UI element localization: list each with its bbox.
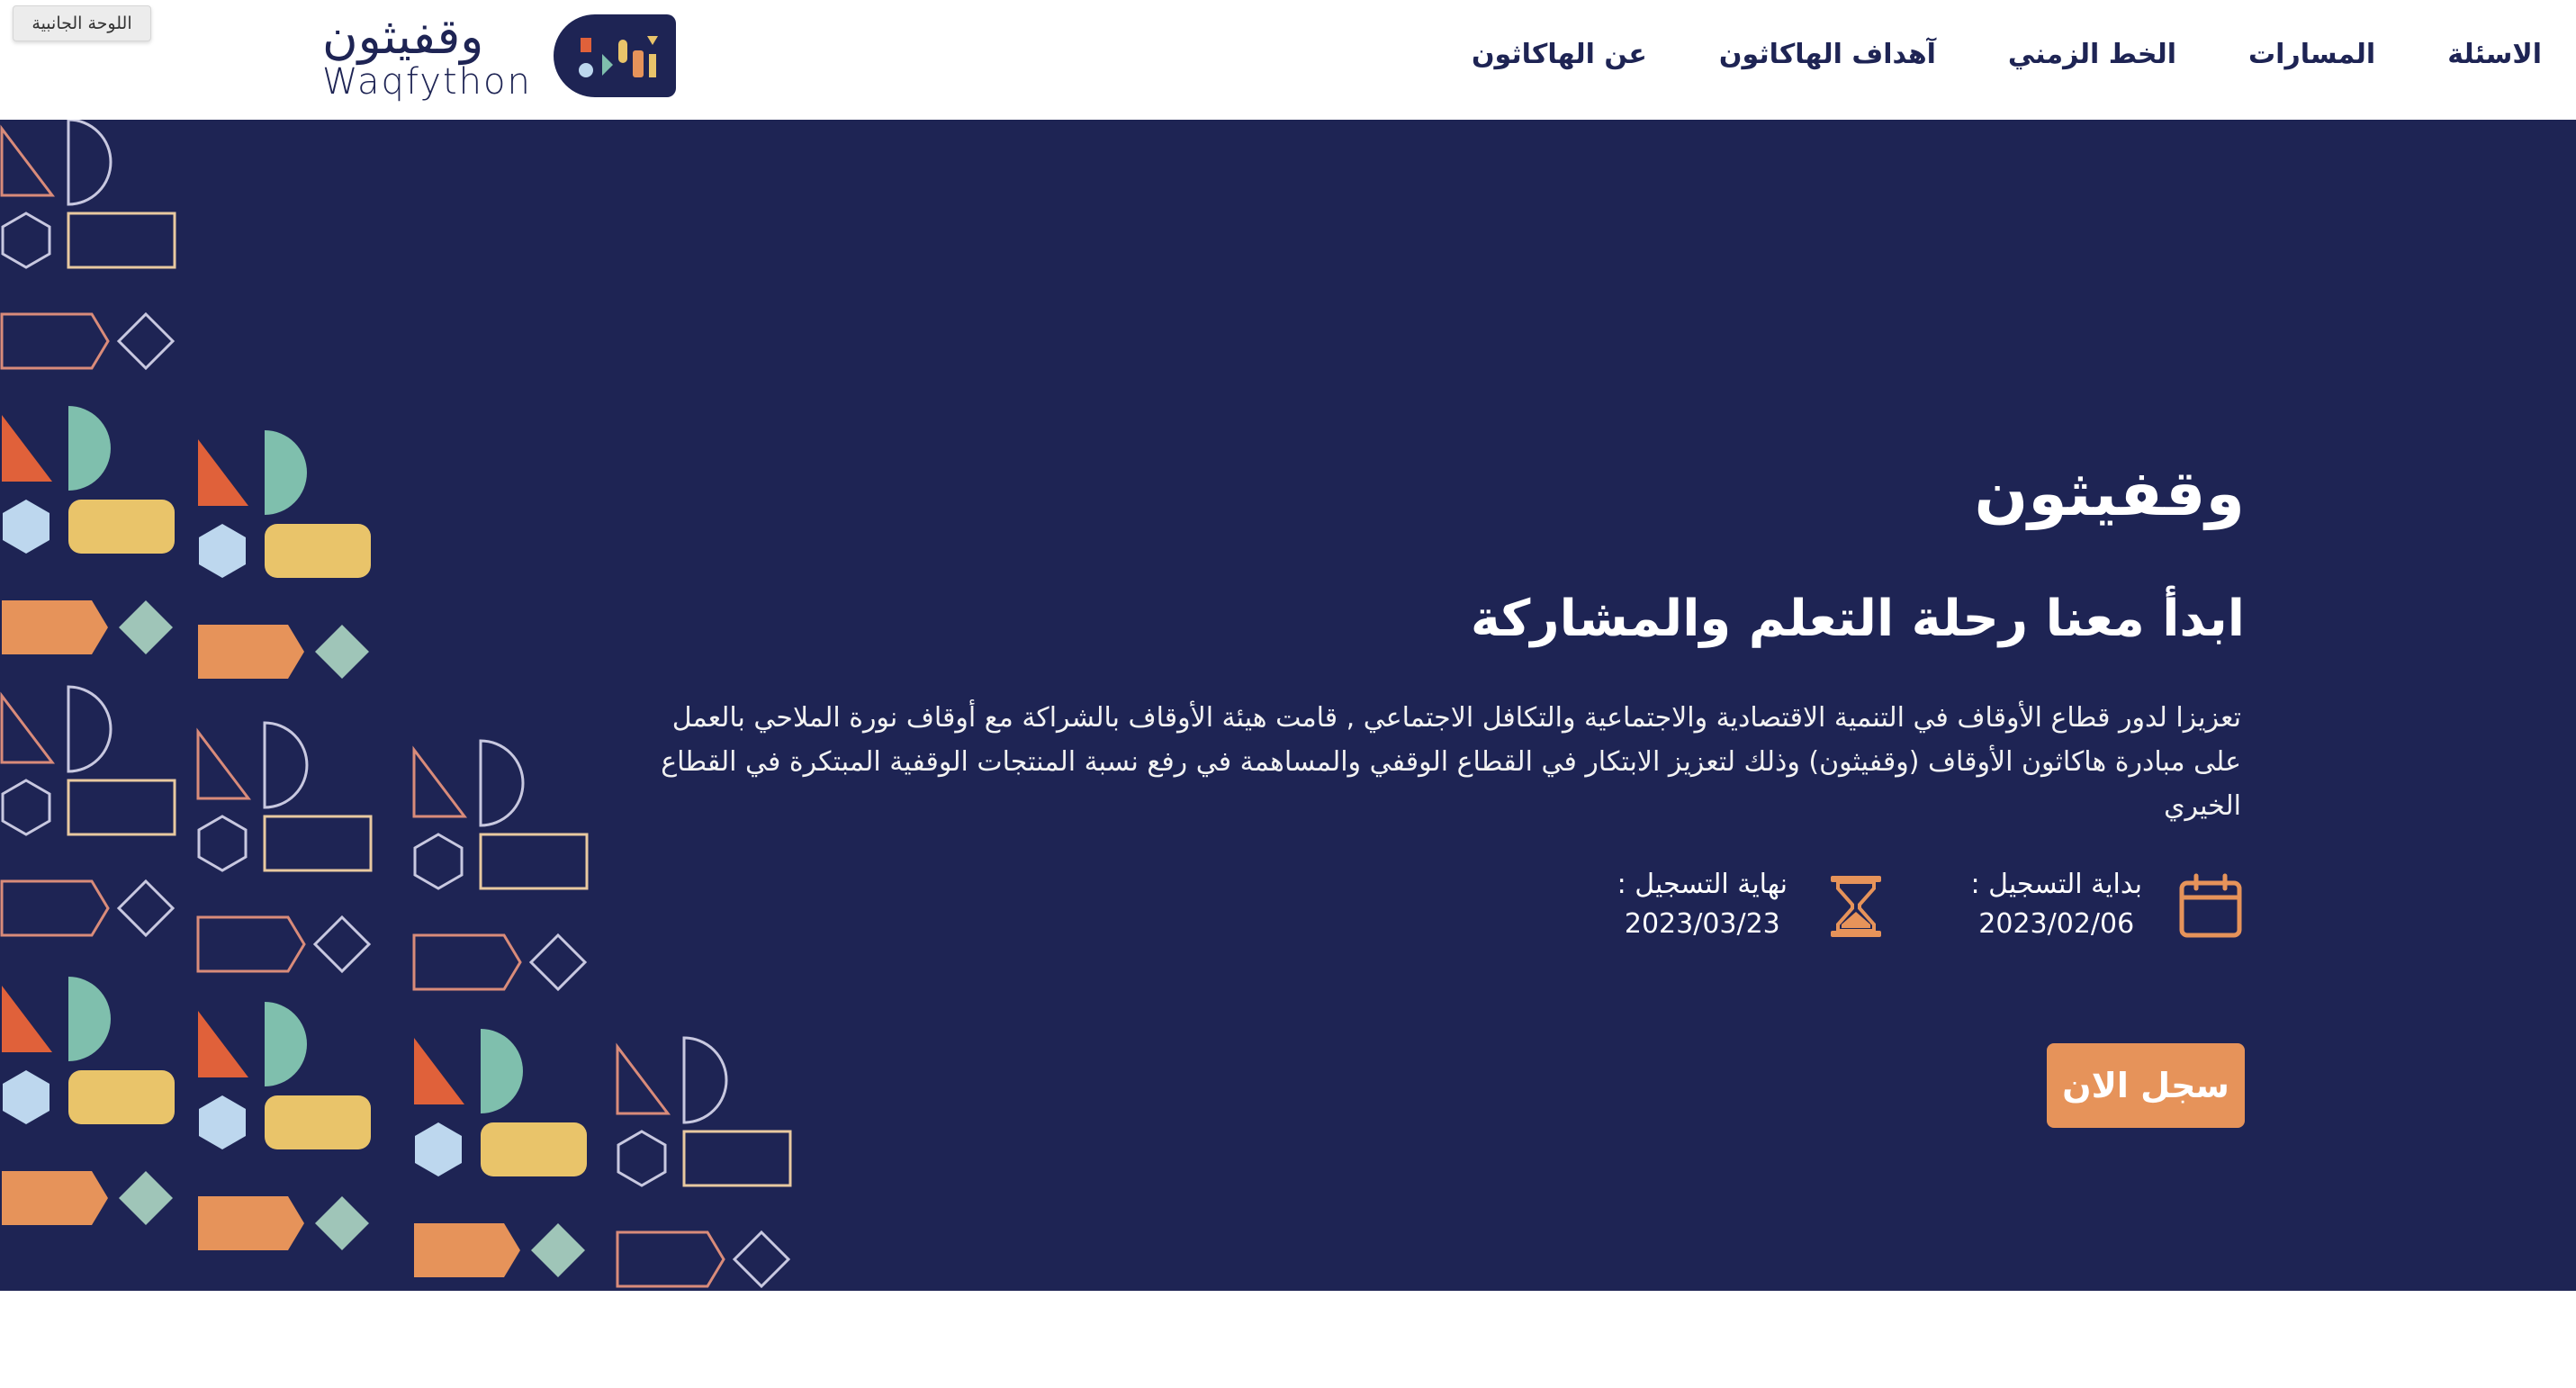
logo-wordmark: وقفيثون Waqfython bbox=[322, 8, 532, 103]
waqfython-logo-mark-icon bbox=[553, 14, 676, 97]
registration-start-date: 2023/02/06 bbox=[1978, 908, 2135, 940]
logo-english-text: Waqfython bbox=[322, 61, 532, 103]
hourglass-icon bbox=[1831, 876, 1881, 937]
calendar-icon bbox=[2179, 873, 2242, 938]
nav-faq[interactable]: الاسئلة bbox=[2447, 39, 2542, 70]
main-nav: عن الهاكاثون آهداف الهاكاثون الخط الزمني… bbox=[1472, 0, 2542, 108]
hero-title: وقفيثون bbox=[1974, 456, 2245, 530]
registration-start-text: بداية التسجيل : 2023/02/06 bbox=[1971, 867, 2142, 946]
registration-start-label: بداية التسجيل : bbox=[1970, 869, 2142, 900]
register-now-button[interactable]: سجل الان bbox=[2047, 1043, 2245, 1128]
registration-end-label: نهاية التسجيل : bbox=[1617, 869, 1788, 900]
registration-start: بداية التسجيل : 2023/02/06 bbox=[1971, 867, 2245, 946]
site-logo[interactable]: وقفيثون Waqfython bbox=[322, 8, 676, 103]
hero-subtitle: ابدأ معنا رحلة التعلم والمشاركة bbox=[1470, 590, 2245, 648]
nav-tracks[interactable]: المسارات bbox=[2248, 39, 2375, 70]
nav-about[interactable]: عن الهاكاثون bbox=[1472, 39, 1647, 70]
nav-timeline[interactable]: الخط الزمني bbox=[2008, 39, 2176, 70]
logo-arabic-text: وقفيثون bbox=[322, 8, 484, 65]
registration-end: نهاية التسجيل : 2023/03/23 bbox=[1617, 867, 1890, 946]
hero-description: تعزيزا لدور قطاع الأوقاف في التنمية الاق… bbox=[661, 702, 2241, 822]
hero-section: وقفيثون ابدأ معنا رحلة التعلم والمشاركة … bbox=[0, 120, 2576, 1291]
nav-goals[interactable]: آهداف الهاكاثون bbox=[1719, 39, 1936, 70]
site-header: اللوحة الجانبية وقفيثون Waqfython عن اله… bbox=[0, 0, 2576, 120]
registration-end-text: نهاية التسجيل : 2023/03/23 bbox=[1617, 867, 1788, 946]
registration-end-date: 2023/03/23 bbox=[1624, 908, 1780, 940]
sidebar-toggle-button[interactable]: اللوحة الجانبية bbox=[13, 5, 151, 41]
